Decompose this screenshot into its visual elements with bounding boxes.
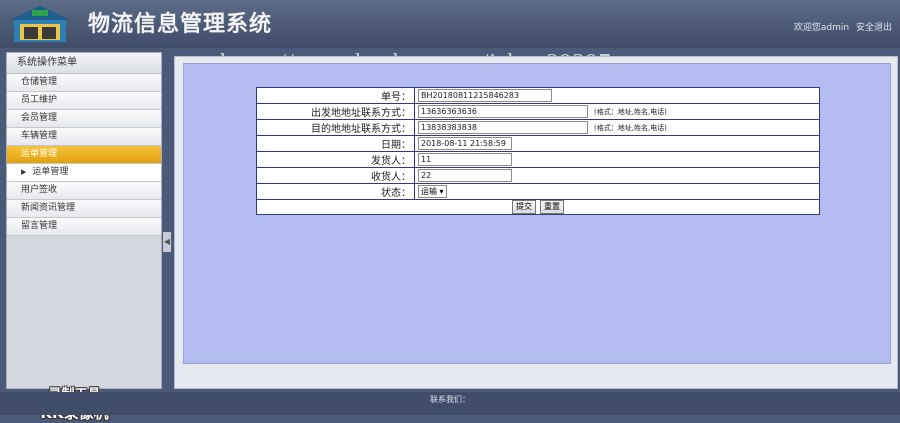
form-panel: 单号： BH20180811215846283 出发地地址联系方式： 13636… [183,63,891,364]
form-row-date: 日期： 2018-08-11 21:58:59 [256,135,820,152]
form-row-sender: 发货人： 11 [256,151,820,168]
origin-label: 出发地地址联系方式： [256,103,415,120]
status-select-value: 运输 [421,187,437,196]
chevron-left-icon: ◀ [163,237,171,246]
warehouse-logo-icon [10,6,70,42]
receiver-label: 收货人： [256,167,415,184]
form-row-order-no: 单号： BH20180811215846283 [256,87,820,104]
form-row-receiver: 收货人： 22 [256,167,820,184]
form-row-actions: 提交 重置 [256,199,820,215]
sidebar-item-vehicles[interactable]: 车辆管理 [7,128,161,146]
sender-label: 发货人： [256,151,415,168]
sender-input[interactable]: 11 [418,153,512,166]
chevron-down-icon: ▾ [439,187,444,196]
sidebar-item-news[interactable]: 新闻资讯管理 [7,200,161,218]
app-title: 物流信息管理系统 [88,12,273,37]
sidebar-item-messages[interactable]: 留言管理 [7,218,161,236]
destination-label: 目的地地址联系方式： [256,119,415,136]
order-no-label: 单号： [256,87,415,104]
welcome-area: 欢迎您admin 安全退出 [794,20,892,33]
sidebar-item-waybills[interactable]: 运单管理 [7,146,161,164]
app-header: 物流信息管理系统 欢迎您admin 安全退出 [0,0,900,48]
waybill-form: 单号： BH20180811215846283 出发地地址联系方式： 13636… [256,87,820,215]
receiver-input[interactable]: 22 [418,169,512,182]
form-row-destination: 目的地地址联系方式： 13838383838 (格式：地址,姓名,电话) [256,119,820,136]
submit-button[interactable]: 提交 [512,200,536,214]
footer-contact-text: 联系我们： [430,395,470,404]
destination-input[interactable]: 13838383838 [418,121,588,134]
status-label: 状态： [256,183,415,200]
form-row-origin: 出发地地址联系方式： 13636363636 (格式：地址,姓名,电话) [256,103,820,120]
reset-button[interactable]: 重置 [540,200,564,214]
sidebar-item-staff[interactable]: 员工维护 [7,92,161,110]
date-input[interactable]: 2018-08-11 21:58:59 [418,137,512,150]
destination-hint: (格式：地址,姓名,电话) [594,124,667,132]
status-select[interactable]: 运输 ▾ [418,185,447,198]
form-row-status: 状态： 运输 ▾ [256,183,820,200]
sidebar-item-members[interactable]: 会员管理 [7,110,161,128]
page-footer: 联系我们： [0,392,900,415]
welcome-text: 欢迎您admin [793,23,850,33]
sidebar-title: 系统操作菜单 [7,53,161,74]
sidebar-subitem-label: 运单管理 [32,167,69,177]
caret-right-icon: ▶ [21,168,27,176]
order-no-input[interactable]: BH20180811215846283 [418,89,552,102]
date-label: 日期： [256,135,415,152]
sidebar: 系统操作菜单 仓储管理 员工维护 会员管理 车辆管理 运单管理 ▶ 运单管理 用户… [6,52,162,422]
origin-input[interactable]: 13636363636 [418,105,588,118]
main-content: 单号： BH20180811215846283 出发地地址联系方式： 13636… [174,56,898,389]
form-actions: 提交 重置 [256,199,820,215]
logout-link[interactable]: 安全退出 [856,23,892,33]
sidebar-subitem-waybills[interactable]: ▶ 运单管理 [7,164,161,182]
sidebar-collapse-toggle[interactable]: ◀ [163,232,171,252]
sidebar-item-warehouse[interactable]: 仓储管理 [7,74,161,92]
sidebar-item-signoff[interactable]: 用户签收 [7,182,161,200]
origin-hint: (格式：地址,姓名,电话) [594,108,667,116]
